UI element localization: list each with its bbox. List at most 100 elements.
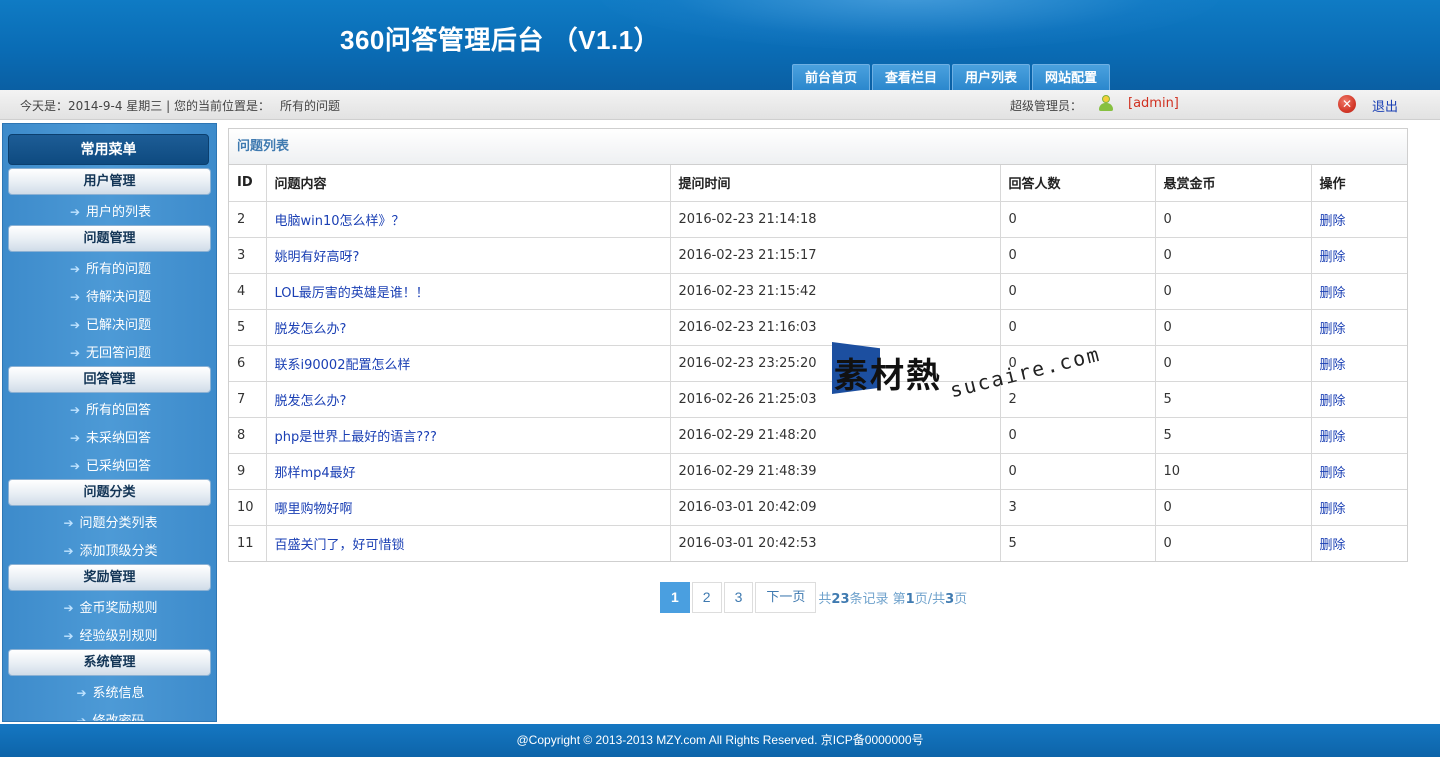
sidebar-item-add-top-category[interactable]: ➔ 添加顶级分类 [3,540,216,562]
cell-id: 7 [229,381,267,418]
cell-answers: 3 [1000,489,1156,526]
sidebar-item-unanswered-questions[interactable]: ➔ 无回答问题 [3,342,216,364]
question-link[interactable]: 脱发怎么办? [275,394,347,409]
logout-icon[interactable]: ✕ [1338,95,1356,113]
sidebar-item-pending-questions[interactable]: ➔ 待解决问题 [3,286,216,308]
delete-link[interactable]: 删除 [1320,286,1346,301]
table-row: 3 姚明有好高呀? 2016-02-23 21:15:17 0 0 删除 [229,237,1407,274]
arrow-right-icon: ➔ [69,290,81,304]
arrow-right-icon: ➔ [69,262,81,276]
question-list-panel: 问题列表 ID 问题内容 提问时间 回答人数 悬赏金币 操作 2 电脑win10… [228,128,1408,562]
question-link[interactable]: 脱发怎么办? [275,322,347,337]
cell-coins: 0 [1155,525,1312,561]
cell-coins: 0 [1155,489,1312,526]
arrow-right-icon: ➔ [69,318,81,332]
col-header-answers: 回答人数 [1000,165,1156,202]
table-row: 8 php是世界上最好的语言??? 2016-02-29 21:48:20 0 … [229,417,1407,454]
arrow-right-icon: ➔ [63,601,74,615]
cell-answers: 0 [1000,201,1156,238]
arrow-right-icon: ➔ [63,629,74,643]
sidebar-item-accepted-answers[interactable]: ➔ 已采纳回答 [3,455,216,477]
arrow-right-icon: ➔ [76,686,87,700]
sidebar-item-category-list[interactable]: ➔ 问题分类列表 [3,512,216,534]
cell-answers: 0 [1000,273,1156,310]
delete-link[interactable]: 删除 [1320,466,1346,481]
delete-link[interactable]: 删除 [1320,430,1346,445]
col-header-id: ID [229,165,267,202]
table-row: 5 脱发怎么办? 2016-02-23 21:16:03 0 0 删除 [229,309,1407,346]
delete-link[interactable]: 删除 [1320,358,1346,373]
question-link[interactable]: 联系i90002配置怎么样 [275,358,411,373]
sidebar-group-reward-management[interactable]: 奖励管理 [8,564,211,591]
table-row: 10 哪里购物好啊 2016-03-01 20:42:09 3 0 删除 [229,489,1407,526]
sidebar-item-user-list[interactable]: ➔ 用户的列表 [3,201,216,223]
cell-id: 9 [229,453,267,490]
tab-user-list[interactable]: 用户列表 [952,64,1031,90]
sidebar-item-all-questions[interactable]: ➔ 所有的问题 [3,258,216,280]
delete-link[interactable]: 删除 [1320,502,1346,517]
question-link[interactable]: 电脑win10怎么样》？ [275,214,405,229]
sidebar-item-coin-reward-rules[interactable]: ➔ 金币奖励规则 [3,597,216,619]
top-nav-tabs: 前台首页 查看栏目 用户列表 网站配置 [792,64,1112,90]
sidebar-item-change-password[interactable]: ➔ 修改密码 [3,710,216,721]
sidebar-item-unaccepted-answers[interactable]: ➔ 未采纳回答 [3,427,216,449]
question-link[interactable]: php是世界上最好的语言??? [275,430,437,445]
sidebar-item-all-answers[interactable]: ➔ 所有的回答 [3,399,216,421]
sidebar-group-system-management[interactable]: 系统管理 [8,649,211,676]
logout-link[interactable]: 退出 [1372,96,1398,115]
watermark-brand: 素材熱 [834,356,942,396]
question-link[interactable]: 那样mp4最好 [275,466,356,481]
sidebar-heading: 常用菜单 [8,134,209,165]
col-header-coins: 悬赏金币 [1155,165,1312,202]
table-header-row: ID 问题内容 提问时间 回答人数 悬赏金币 操作 [229,165,1407,202]
arrow-right-icon: ➔ [69,403,81,417]
arrow-right-icon: ➔ [63,544,74,558]
sidebar-group-question-category[interactable]: 问题分类 [8,479,211,506]
cell-coins: 5 [1155,381,1312,418]
cell-id: 8 [229,417,267,454]
sidebar-group-user-management[interactable]: 用户管理 [8,168,211,195]
page-button-3[interactable]: 3 [723,582,754,613]
table-row: 6 联系i90002配置怎么样 2016-02-23 23:25:20 0 0 … [229,345,1407,382]
next-page-button[interactable]: 下一页 [755,582,817,613]
total-pages: 3 [945,592,955,607]
table-row: 7 脱发怎么办? 2016-02-26 21:25:03 2 5 删除 [229,381,1407,418]
question-link[interactable]: 姚明有好高呀? [275,250,360,265]
sidebar-item-resolved-questions[interactable]: ➔ 已解决问题 [3,314,216,336]
cell-time: 2016-02-23 21:14:18 [670,201,1001,238]
question-link[interactable]: LOL最厉害的英雄是谁！！ [275,286,429,301]
total-records: 23 [831,592,850,607]
table-row: 4 LOL最厉害的英雄是谁！！ 2016-02-23 21:15:42 0 0 … [229,273,1407,310]
cell-time: 2016-02-23 21:15:42 [670,273,1001,310]
pagination-info: 共23条记录 第1页/共3页 [818,592,968,607]
user-icon [1099,95,1113,111]
question-link[interactable]: 哪里购物好啊 [275,502,353,517]
page-button-2[interactable]: 2 [691,582,722,613]
delete-link[interactable]: 删除 [1320,394,1346,409]
username-label: [admin] [1128,96,1179,111]
tab-view-columns[interactable]: 查看栏目 [872,64,951,90]
sidebar-group-answer-management[interactable]: 回答管理 [8,366,211,393]
delete-link[interactable]: 删除 [1320,214,1346,229]
arrow-right-icon: ➔ [69,205,81,219]
delete-link[interactable]: 删除 [1320,538,1346,553]
header-banner: 360问答管理后台 （V1.1） 前台首页 查看栏目 用户列表 网站配置 [0,0,1440,90]
cell-id: 5 [229,309,267,346]
cell-time: 2016-03-01 20:42:09 [670,489,1001,526]
date-breadcrumb-label: 今天是：2014-9-4 星期三 | 您的当前位置是： [20,99,270,113]
footer: @Copyright © 2013-2013 MZY.com All Right… [0,724,1440,757]
arrow-right-icon: ➔ [63,516,74,530]
page-button-1[interactable]: 1 [660,582,690,613]
tab-site-config[interactable]: 网站配置 [1032,64,1111,90]
sidebar-group-question-management[interactable]: 问题管理 [8,225,211,252]
tab-frontend-home[interactable]: 前台首页 [792,64,871,90]
sidebar-item-exp-level-rules[interactable]: ➔ 经验级别规则 [3,625,216,647]
sidebar-item-system-info[interactable]: ➔ 系统信息 [3,682,216,704]
delete-link[interactable]: 删除 [1320,322,1346,337]
question-link[interactable]: 百盛关门了，好可惜锁 [275,538,405,553]
cell-id: 6 [229,345,267,382]
cell-time: 2016-02-23 21:15:17 [670,237,1001,274]
header-glow [600,0,1220,50]
delete-link[interactable]: 删除 [1320,250,1346,265]
cell-coins: 0 [1155,309,1312,346]
